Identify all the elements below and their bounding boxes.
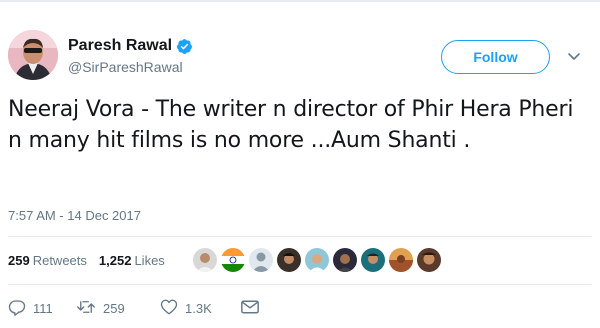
user-handle[interactable]: @SirPareshRawal [68, 59, 193, 75]
chevron-down-icon[interactable] [566, 48, 582, 64]
divider [8, 284, 592, 285]
tweet-timestamp[interactable]: 7:57 AM - 14 Dec 2017 [8, 208, 141, 223]
reply-icon [8, 298, 33, 319]
avatar[interactable] [8, 30, 58, 80]
liker-avatar[interactable] [221, 248, 245, 272]
liker-avatar[interactable] [249, 248, 273, 272]
liker-avatar[interactable] [305, 248, 329, 272]
likes-label: Likes [134, 253, 165, 268]
liker-avatar[interactable] [361, 248, 385, 272]
liker-avatar[interactable] [333, 248, 357, 272]
reply-count: 111 [33, 301, 53, 316]
like-count: 1.3K [185, 301, 212, 316]
user-names: Paresh Rawal @SirPareshRawal [68, 36, 193, 75]
retweets-stat[interactable]: 259 Retweets [8, 253, 87, 268]
retweet-count: 259 [103, 301, 125, 316]
retweets-label: Retweets [32, 253, 87, 268]
retweets-count: 259 [8, 253, 30, 268]
tweet-actions: 111 259 1.3K [8, 298, 267, 319]
liker-avatar[interactable] [277, 248, 301, 272]
tweet-stats: 259 Retweets 1,252 Likes [8, 253, 177, 268]
direct-message-button[interactable] [240, 298, 267, 319]
display-name[interactable]: Paresh Rawal [68, 37, 172, 55]
liker-avatar[interactable] [389, 248, 413, 272]
retweet-button[interactable]: 259 [76, 298, 160, 319]
reply-button[interactable]: 111 [8, 298, 76, 319]
like-button[interactable]: 1.3K [160, 298, 240, 319]
likes-count: 1,252 [98, 253, 132, 268]
tweet-text: Neeraj Vora - The writer n director of P… [8, 97, 574, 153]
top-divider [0, 0, 600, 2]
divider [8, 236, 592, 237]
envelope-icon [240, 298, 267, 319]
liker-avatars [193, 248, 445, 272]
verified-badge-icon [176, 38, 193, 55]
likes-stat[interactable]: 1,252 Likes [99, 253, 165, 268]
tweet-header: Paresh Rawal @SirPareshRawal Follow [8, 30, 592, 86]
liker-avatar[interactable] [417, 248, 441, 272]
liker-avatar[interactable] [193, 248, 217, 272]
retweet-icon [76, 298, 103, 319]
follow-button[interactable]: Follow [441, 40, 550, 74]
heart-icon [160, 298, 185, 319]
